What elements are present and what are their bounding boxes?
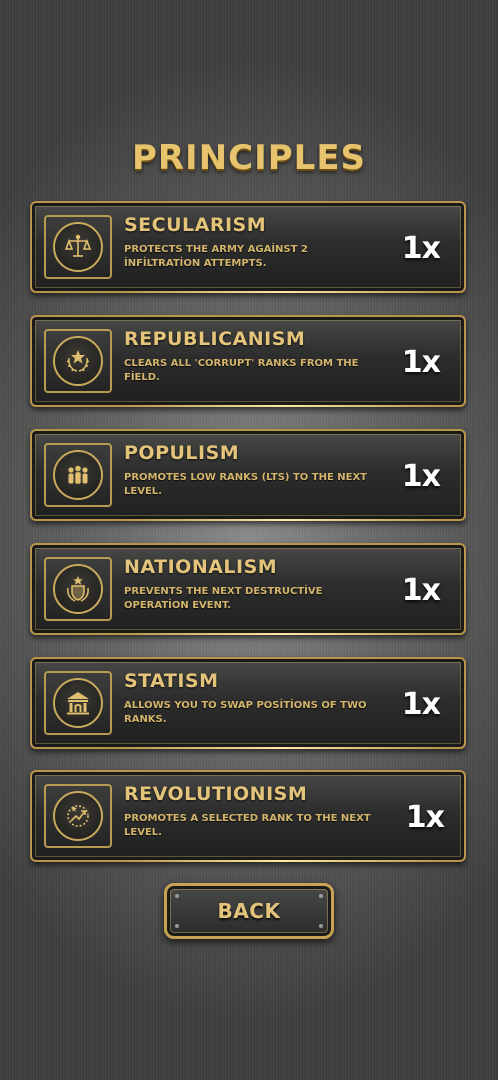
principle-card-republicanism[interactable]: REPUBLICANISM CLEARS ALL 'CORRUPT' RANKS… xyxy=(30,315,466,407)
page-title: PRINCIPLES xyxy=(131,138,367,178)
icon-frame xyxy=(44,557,112,621)
scales-icon xyxy=(53,222,103,272)
principle-description: CLEARS ALL 'CORRUPT' RANKS FROM THE FİEL… xyxy=(124,358,359,383)
principle-description: PROTECTS THE ARMY AGAİNST 2 İNFİLTRATİON… xyxy=(124,244,308,269)
principle-description: PROMOTES LOW RANKS (LTS) TO THE NEXT LEV… xyxy=(124,472,367,497)
principle-name: STATISM xyxy=(124,670,219,692)
principle-card-revolutionism[interactable]: REVOLUTIONISM PROMOTES A SELECTED RANK T… xyxy=(30,770,466,862)
icon-frame xyxy=(44,671,112,735)
principle-count: 1x xyxy=(401,459,441,494)
building-icon xyxy=(53,678,103,728)
icon-frame xyxy=(44,329,112,393)
rivet xyxy=(319,894,323,898)
people-icon xyxy=(53,450,103,500)
principle-description: PROMOTES A SELECTED RANK TO THE NEXT LEV… xyxy=(124,813,371,838)
back-button-label: BACK xyxy=(217,899,281,923)
principle-card-secularism[interactable]: SECULARISM PROTECTS THE ARMY AGAİNST 2 İ… xyxy=(30,201,466,293)
principle-description: PREVENTS THE NEXT DESTRUCTİVE OPERATİON … xyxy=(124,586,323,611)
principle-name: REPUBLICANISM xyxy=(124,328,306,350)
principle-description: ALLOWS YOU TO SWAP POSİTİONS OF TWO RANK… xyxy=(124,700,367,725)
principle-card-nationalism[interactable]: NATIONALISM PREVENTS THE NEXT DESTRUCTİV… xyxy=(30,543,466,635)
shield-star-icon xyxy=(53,564,103,614)
icon-frame xyxy=(44,215,112,279)
principle-name: REVOLUTIONISM xyxy=(124,783,308,805)
principle-count: 1x xyxy=(405,800,445,835)
principle-card-populism[interactable]: POPULISM PROMOTES LOW RANKS (LTS) TO THE… xyxy=(30,429,466,521)
principle-count: 1x xyxy=(401,687,441,722)
rivet xyxy=(319,924,323,928)
star-laurel-icon xyxy=(53,336,103,386)
rivet xyxy=(175,924,179,928)
back-button[interactable]: BACK xyxy=(164,883,334,939)
principle-name: NATIONALISM xyxy=(124,556,278,578)
rising-arrow-icon xyxy=(53,791,103,841)
rivet xyxy=(175,894,179,898)
principle-count: 1x xyxy=(401,573,441,608)
principle-count: 1x xyxy=(401,231,441,266)
principle-name: POPULISM xyxy=(124,442,240,464)
principle-card-statism[interactable]: STATISM ALLOWS YOU TO SWAP POSİTİONS OF … xyxy=(30,657,466,749)
icon-frame xyxy=(44,784,112,848)
principle-count: 1x xyxy=(401,345,441,380)
icon-frame xyxy=(44,443,112,507)
principle-name: SECULARISM xyxy=(124,214,267,236)
